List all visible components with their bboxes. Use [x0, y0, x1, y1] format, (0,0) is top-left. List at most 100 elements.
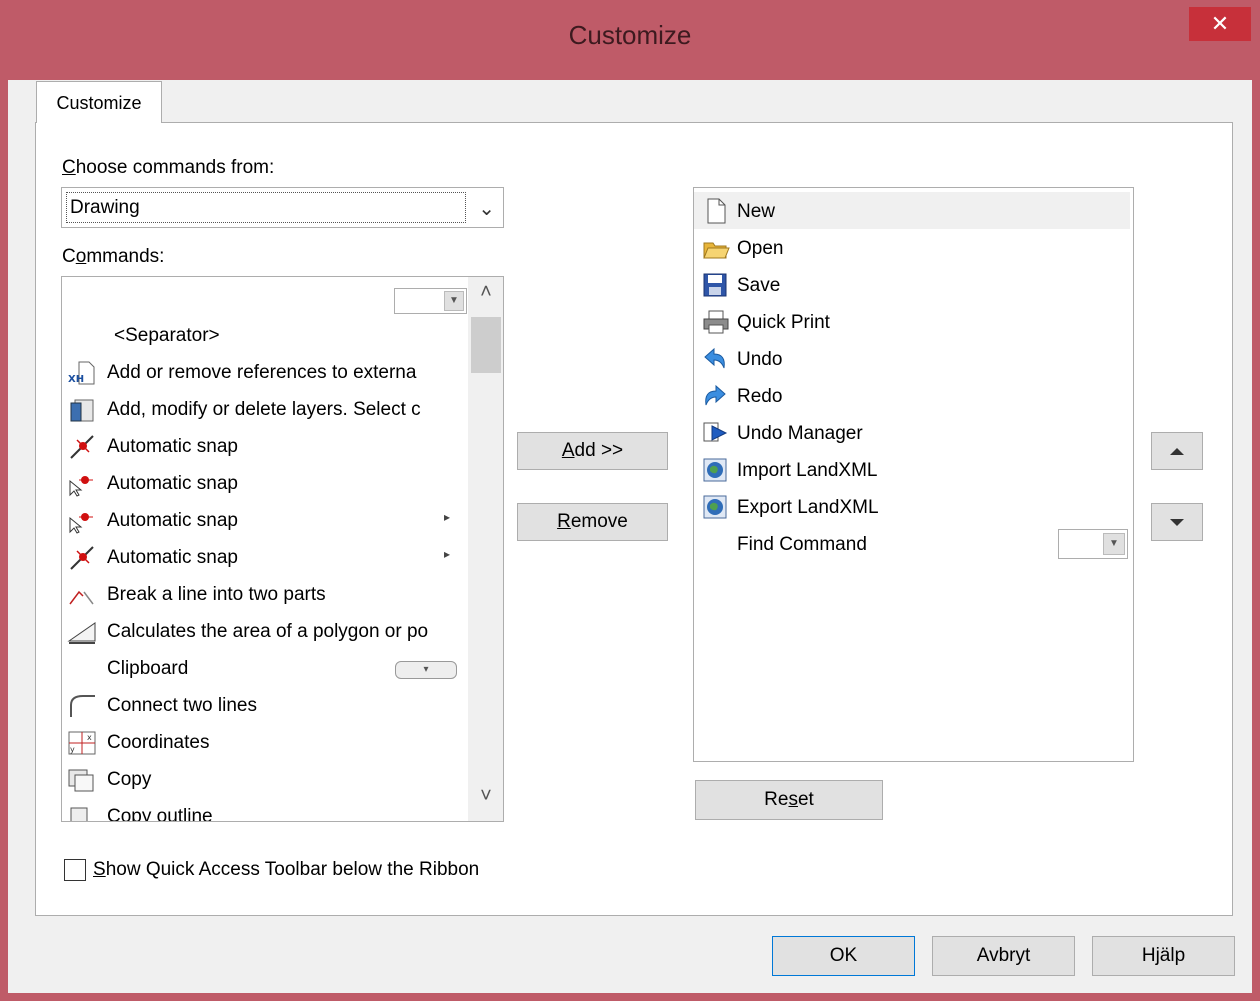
list-item[interactable]: Open	[694, 229, 1130, 266]
reset-button[interactable]: Reset	[695, 780, 883, 820]
chevron-down-icon: ▼	[444, 291, 464, 311]
list-item-label: Add or remove references to externa	[107, 362, 417, 383]
choose-commands-label: Choose commands from:	[62, 157, 275, 178]
window-title: Customize	[568, 20, 692, 50]
list-item[interactable]: Calculates the area of a polygon or po	[62, 613, 462, 650]
svg-text:y: y	[70, 745, 75, 754]
break-line-icon	[67, 582, 97, 608]
coordinates-icon: xy	[67, 730, 97, 756]
svg-text:XH: XH	[68, 374, 84, 385]
list-item-label: Open	[737, 238, 784, 259]
list-item[interactable]: Copy	[62, 761, 462, 798]
connect-lines-icon	[67, 693, 97, 719]
list-item[interactable]: Automatic snap ▸	[62, 502, 462, 539]
list-item[interactable]: Automatic snap	[62, 428, 462, 465]
find-command-combo[interactable]: ▼	[1058, 529, 1128, 559]
list-item-label: Break a line into two parts	[107, 584, 326, 605]
chevron-down-icon: ⌄	[478, 198, 495, 220]
open-folder-icon	[702, 235, 730, 261]
list-item-label: Quick Print	[737, 312, 830, 333]
snap-cursor-icon	[67, 508, 97, 534]
help-button[interactable]: Hjälp	[1092, 936, 1235, 976]
inline-combo[interactable]: ▼	[394, 288, 467, 314]
ok-button[interactable]: OK	[772, 936, 915, 976]
list-item[interactable]: Clipboard ▾	[62, 650, 462, 687]
remove-button[interactable]: Remove	[517, 503, 668, 541]
save-icon	[702, 272, 730, 298]
list-item[interactable]: Undo Manager	[694, 414, 1130, 451]
list-item-label: Redo	[737, 386, 783, 407]
undo-manager-icon	[702, 420, 730, 446]
choose-commands-value: Drawing	[66, 192, 466, 223]
chevron-down-icon: ▼	[1103, 533, 1125, 555]
list-item[interactable]: Add, modify or delete layers. Select c	[62, 391, 462, 428]
scroll-up-icon[interactable]: ˄	[468, 281, 503, 311]
export-landxml-icon	[702, 494, 730, 520]
list-item[interactable]: New	[694, 192, 1130, 229]
list-item[interactable]: Export LandXML	[694, 488, 1130, 525]
cancel-button[interactable]: Avbryt	[932, 936, 1075, 976]
list-item[interactable]: Import LandXML	[694, 451, 1130, 488]
list-item[interactable]: Automatic snap ▸	[62, 539, 462, 576]
area-icon	[67, 619, 97, 645]
scroll-down-icon[interactable]: ˅	[468, 785, 503, 815]
move-down-button[interactable]	[1151, 503, 1203, 541]
chevron-down-icon[interactable]: ▾	[395, 661, 457, 679]
arrow-up-icon	[1170, 448, 1184, 455]
quick-access-list[interactable]: New Open Save Quick Print Undo Redo Undo…	[693, 187, 1134, 762]
list-item-label: New	[737, 201, 776, 222]
undo-icon	[702, 346, 730, 372]
show-below-ribbon-label: Show Quick Access Toolbar below the Ribb…	[93, 859, 480, 880]
tab-customize[interactable]: Customize	[36, 81, 162, 123]
snap-icon	[67, 434, 97, 460]
list-item-label: Connect two lines	[107, 695, 257, 716]
list-item-label: Copy	[107, 769, 152, 790]
list-item[interactable]: xy Coordinates	[62, 724, 462, 761]
commands-scrollbar[interactable]: ˄ ˅	[468, 277, 503, 821]
list-item-label: Export LandXML	[737, 497, 879, 518]
list-item[interactable]: Break a line into two parts	[62, 576, 462, 613]
scrollbar-thumb[interactable]	[471, 317, 501, 373]
import-landxml-icon	[702, 457, 730, 483]
list-item[interactable]: Copy outline	[62, 798, 462, 822]
list-item-label: Coordinates	[107, 732, 210, 753]
list-item[interactable]: ▼	[62, 281, 467, 318]
copy-outline-icon	[67, 804, 97, 821]
arrow-down-icon	[1170, 519, 1184, 526]
xref-icon: XH	[67, 360, 97, 386]
copy-icon	[67, 767, 97, 793]
list-item[interactable]: Undo	[694, 340, 1130, 377]
add-button[interactable]: Add >>	[517, 432, 668, 470]
close-button[interactable]: ✕	[1189, 7, 1251, 41]
list-item-label: Save	[737, 275, 781, 296]
snap-icon	[67, 545, 97, 571]
move-up-button[interactable]	[1151, 432, 1203, 470]
list-item[interactable]: <Separator>	[62, 317, 462, 354]
title-bar[interactable]: Customize ✕	[0, 0, 1260, 80]
list-item-label: Automatic snap	[107, 510, 238, 531]
choose-commands-select[interactable]: Drawing ⌄	[61, 187, 504, 228]
commands-label: Commands:	[62, 246, 165, 267]
list-item[interactable]: Redo	[694, 377, 1130, 414]
list-item-label: Copy outline	[107, 806, 213, 822]
list-item[interactable]: XH Add or remove references to externa	[62, 354, 462, 391]
submenu-arrow-icon: ▸	[444, 510, 451, 524]
list-item-label: Undo Manager	[737, 423, 863, 444]
list-item[interactable]: Automatic snap	[62, 465, 462, 502]
new-document-icon	[702, 198, 730, 224]
list-item-label: Automatic snap	[107, 547, 238, 568]
commands-list[interactable]: ▼ <Separator> XH Add or remove reference…	[61, 276, 504, 822]
list-item-label: Add, modify or delete layers. Select c	[107, 399, 421, 420]
show-below-ribbon-checkbox[interactable]	[64, 859, 86, 881]
list-item-label: Undo	[737, 349, 783, 370]
snap-cursor-icon	[67, 471, 97, 497]
list-item-label: Find Command	[737, 534, 867, 555]
list-item[interactable]: Quick Print	[694, 303, 1130, 340]
printer-icon	[702, 309, 730, 335]
list-item-label: Automatic snap	[107, 473, 238, 494]
list-item[interactable]: Save	[694, 266, 1130, 303]
list-item[interactable]: Connect two lines	[62, 687, 462, 724]
list-item-label: Automatic snap	[107, 436, 238, 457]
layers-icon	[67, 397, 97, 423]
list-item[interactable]: Find Command ▼	[694, 525, 1130, 562]
